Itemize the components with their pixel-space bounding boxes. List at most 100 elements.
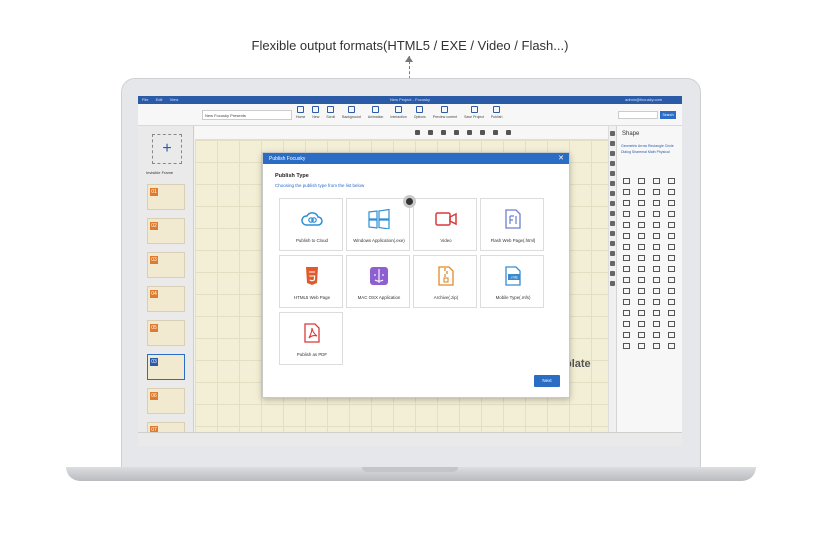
home-button[interactable]: Home [296,106,305,119]
shape-icon[interactable] [668,211,675,217]
frame-thumb[interactable]: 06 [147,388,185,414]
publish-to-cloud-option[interactable]: Publish to Cloud [279,198,343,251]
shape-icon[interactable] [653,299,660,305]
tool-icon[interactable] [610,271,615,276]
shape-icon[interactable] [638,266,645,272]
shape-icon[interactable] [653,288,660,294]
shape-icon[interactable] [638,288,645,294]
tool-icon[interactable] [610,191,615,196]
tool-icon[interactable] [610,201,615,206]
shape-icon[interactable] [623,277,630,283]
tool-icon[interactable] [610,281,615,286]
background-button[interactable]: Background [342,106,361,119]
shape-icon[interactable] [638,178,645,184]
mac-osx-application-option[interactable]: MAC OSX Application [346,255,410,308]
tool-icon[interactable] [610,151,615,156]
shape-icon[interactable] [653,244,660,250]
shape-icon[interactable] [638,189,645,195]
animation-button[interactable]: Animation [368,106,383,119]
tool-icon[interactable] [610,251,615,256]
shape-icon[interactable] [668,244,675,250]
shape-icon[interactable] [638,200,645,206]
publish-as-pdf-option[interactable]: Publish as PDF [279,312,343,365]
search-input[interactable] [618,111,658,119]
shape-icon[interactable] [638,244,645,250]
shape-icon[interactable] [668,178,675,184]
shape-icon[interactable] [668,266,675,272]
search-button[interactable]: Search [660,111,676,119]
video-option[interactable]: Video [413,198,477,251]
shape-icon[interactable] [638,321,645,327]
shape-icon[interactable] [653,310,660,316]
shape-icon[interactable] [668,332,675,338]
shape-icon[interactable] [653,233,660,239]
flash-web-page-option[interactable]: Flash Web Page(.html) [480,198,544,251]
shape-icon[interactable] [668,277,675,283]
shape-icon[interactable] [623,332,630,338]
scroll-button[interactable]: Scroll [326,106,335,119]
shape-icon[interactable] [623,178,630,184]
shape-icon[interactable] [623,310,630,316]
shape-icon[interactable] [623,233,630,239]
tool-icon[interactable] [610,181,615,186]
shape-icon[interactable] [653,189,660,195]
document-name-field[interactable]: New Focusky Presents [202,110,292,120]
interaction-button[interactable]: Interaction [390,106,407,119]
shape-icon[interactable] [623,211,630,217]
preview-button[interactable]: Preview current [433,106,457,119]
shape-icon[interactable] [653,266,660,272]
shape-icon[interactable] [623,266,630,272]
tool-icon[interactable] [610,211,615,216]
mobile-type-option[interactable]: .mfs Mobile Type(.mfs) [480,255,544,308]
shape-icon[interactable] [653,277,660,283]
shape-icon[interactable] [668,222,675,228]
frame-thumb[interactable]: 03 [147,252,185,278]
close-icon[interactable]: ✕ [558,154,564,162]
shape-icon[interactable] [653,332,660,338]
shape-icon[interactable] [638,233,645,239]
shape-icon[interactable] [623,255,630,261]
shape-icon[interactable] [623,189,630,195]
shape-icon[interactable] [653,255,660,261]
tool-icon[interactable] [610,261,615,266]
shape-icon[interactable] [638,332,645,338]
windows-application-option[interactable]: Windows Application(.exe) [346,198,410,251]
shape-icon[interactable] [653,211,660,217]
user-account[interactable]: admin@focusky.com [625,97,662,102]
archive-zip-option[interactable]: Archive(.zip) [413,255,477,308]
shape-icon[interactable] [623,321,630,327]
publish-button[interactable]: Publish [491,106,502,119]
tool-icon[interactable] [610,171,615,176]
next-button[interactable]: Next [534,375,560,387]
frame-thumb[interactable]: 01 [147,184,185,210]
frame-type-select[interactable]: Invisible Frame [146,170,173,175]
frame-thumb-active[interactable]: 03 [147,354,185,380]
save-project-button[interactable]: Save Project [464,106,484,119]
tool-icon[interactable] [610,241,615,246]
shape-icon[interactable] [653,343,660,349]
shape-icon[interactable] [668,200,675,206]
shape-icon[interactable] [623,288,630,294]
tool-icon[interactable] [610,231,615,236]
shape-icon[interactable] [653,321,660,327]
shape-icon[interactable] [638,310,645,316]
new-button[interactable]: New [312,106,319,119]
shape-icon[interactable] [653,178,660,184]
zoom-in-icon[interactable] [428,130,433,135]
shape-icon[interactable] [653,200,660,206]
frame-thumb[interactable]: 04 [147,286,185,312]
align-icon[interactable] [415,130,420,135]
grid-icon[interactable] [454,130,459,135]
shape-icon[interactable] [668,255,675,261]
shape-icon[interactable] [623,200,630,206]
shape-icon[interactable] [623,343,630,349]
tool-icon[interactable] [610,161,615,166]
options-button[interactable]: Options [414,106,426,119]
shape-icon[interactable] [623,222,630,228]
copy-icon[interactable] [480,130,485,135]
shape-category-tabs[interactable]: Geometric Arrow Rectangle Circle Dialog … [617,137,682,155]
tool-icon[interactable] [610,141,615,146]
add-frame-button[interactable]: + [152,134,182,164]
shape-icon[interactable] [638,211,645,217]
shape-icon[interactable] [623,299,630,305]
